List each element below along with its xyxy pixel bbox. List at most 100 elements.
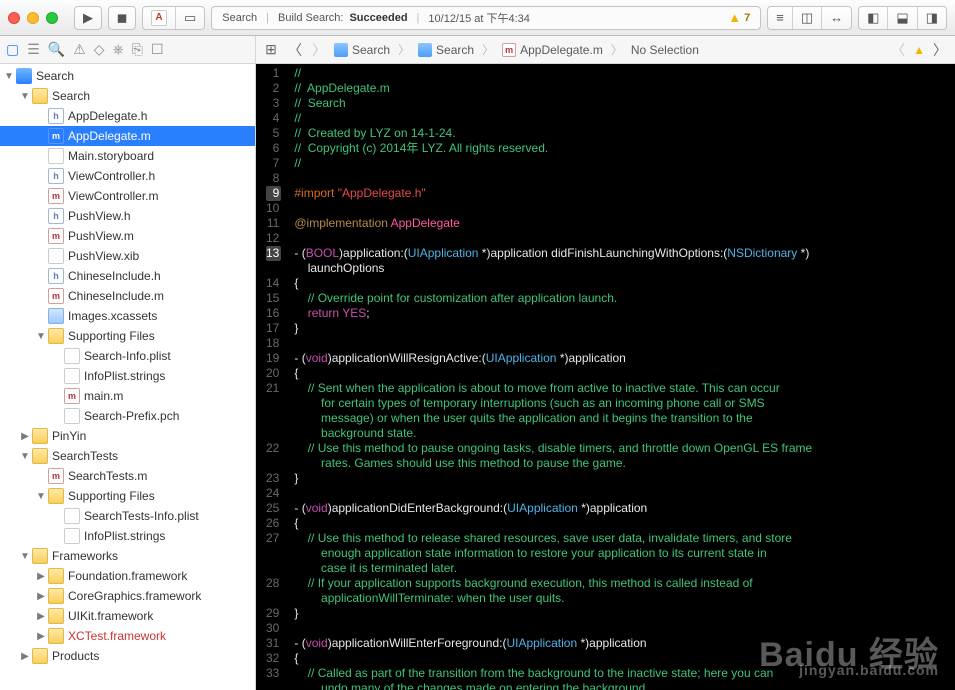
file-tree-node[interactable]: ▶CoreGraphics.framework (0, 586, 255, 606)
code-line[interactable]: { (294, 516, 812, 531)
minimize-window-button[interactable] (27, 12, 39, 24)
jumpbar-crumb-file[interactable]: m AppDelegate.m (502, 43, 603, 57)
code-line[interactable]: // (294, 111, 812, 126)
code-line[interactable]: - (void)applicationWillResignActive:(UIA… (294, 351, 812, 366)
file-tree-node[interactable]: ▶mChineseInclude.m (0, 286, 255, 306)
disclosure-triangle[interactable]: ▶ (20, 651, 30, 662)
disclosure-triangle[interactable]: ▶ (36, 571, 46, 582)
file-tree-node[interactable]: ▶UIKit.framework (0, 606, 255, 626)
file-tree-node[interactable]: ▶XCTest.framework (0, 626, 255, 646)
find-navigator-tab[interactable]: 🔍 (48, 41, 65, 58)
file-tree-node[interactable]: ▶Search-Info.plist (0, 346, 255, 366)
code-line[interactable]: // Called as part of the transition from… (294, 666, 812, 681)
disclosure-triangle[interactable]: ▼ (20, 91, 30, 102)
code-line[interactable] (294, 171, 812, 186)
jumpbar-crumb-project[interactable]: Search (334, 43, 390, 57)
file-tree-node[interactable]: ▶InfoPlist.strings (0, 366, 255, 386)
file-tree-node[interactable]: ▶InfoPlist.strings (0, 526, 255, 546)
code-line[interactable] (294, 231, 812, 246)
file-tree-node[interactable]: ▶PinYin (0, 426, 255, 446)
zoom-window-button[interactable] (46, 12, 58, 24)
panel-toggle-segmented[interactable]: ◧ ⬓ ◨ (858, 6, 947, 30)
jumpbar-crumb-group[interactable]: Search (418, 43, 474, 57)
code-line[interactable]: // Copyright (c) 2014年 LYZ. All rights r… (294, 141, 812, 156)
code-line[interactable]: // Search (294, 96, 812, 111)
breakpoint-navigator-tab[interactable]: ⎘ (132, 41, 143, 58)
code-line[interactable]: // Use this method to pause ongoing task… (294, 441, 812, 456)
file-tree-node[interactable]: ▼Search (0, 86, 255, 106)
code-line[interactable]: message) or when the user quits the appl… (294, 411, 812, 426)
jumpbar-back-button[interactable]: 〈 (286, 40, 304, 60)
code-line[interactable]: rates. Games should use this method to p… (294, 456, 812, 471)
file-tree-node[interactable]: ▶hPushView.h (0, 206, 255, 226)
file-tree-node[interactable]: ▶hAppDelegate.h (0, 106, 255, 126)
disclosure-triangle[interactable]: ▼ (20, 451, 30, 462)
code-line[interactable]: undo many of the changes made on enterin… (294, 681, 812, 690)
code-line[interactable]: enough application state information to … (294, 546, 812, 561)
code-line[interactable]: { (294, 276, 812, 291)
code-line[interactable]: launchOptions (294, 261, 812, 276)
file-tree-node[interactable]: ▶hViewController.h (0, 166, 255, 186)
code-line[interactable]: @implementation AppDelegate (294, 216, 812, 231)
file-tree-node[interactable]: ▼Search (0, 66, 255, 86)
code-line[interactable] (294, 621, 812, 636)
code-line[interactable]: // Use this method to release shared res… (294, 531, 812, 546)
toggle-utilities-button[interactable]: ◨ (918, 7, 946, 29)
file-tree-node[interactable]: ▶Search-Prefix.pch (0, 406, 255, 426)
code-line[interactable]: return YES; (294, 306, 812, 321)
code-line[interactable]: // Sent when the application is about to… (294, 381, 812, 396)
code-line[interactable]: // Created by LYZ on 14-1-24. (294, 126, 812, 141)
disclosure-triangle[interactable]: ▶ (20, 431, 30, 442)
editor-mode-segmented[interactable]: ≡ ◫ ↔ (767, 6, 852, 30)
file-tree-node[interactable]: ▼SearchTests (0, 446, 255, 466)
code-line[interactable]: // If your application supports backgrou… (294, 576, 812, 591)
file-tree-node[interactable]: ▶mSearchTests.m (0, 466, 255, 486)
file-tree-node[interactable]: ▶mPushView.m (0, 226, 255, 246)
code-line[interactable]: // (294, 156, 812, 171)
issue-navigator-tab[interactable]: ⚠ (73, 41, 86, 58)
project-navigator[interactable]: ▼Search▼Search▶hAppDelegate.h▶mAppDelega… (0, 64, 256, 690)
code-line[interactable]: for certain types of temporary interrupt… (294, 396, 812, 411)
toggle-debug-button[interactable]: ⬓ (888, 7, 917, 29)
test-navigator-tab[interactable]: ◇ (94, 41, 105, 58)
file-tree-node[interactable]: ▶mViewController.m (0, 186, 255, 206)
close-window-button[interactable] (8, 12, 20, 24)
report-navigator-tab[interactable]: ☐ (151, 41, 164, 58)
file-tree-node[interactable]: ▶mAppDelegate.m (0, 126, 255, 146)
code-line[interactable]: { (294, 366, 812, 381)
code-line[interactable]: - (BOOL)application:(UIApplication *)app… (294, 246, 812, 261)
code-line[interactable]: { (294, 651, 812, 666)
symbol-navigator-tab[interactable]: ☰ (27, 41, 40, 58)
file-tree-node[interactable]: ▶hChineseInclude.h (0, 266, 255, 286)
jumpbar-warning-icon[interactable]: ▲ (913, 43, 925, 57)
code-line[interactable] (294, 486, 812, 501)
run-button[interactable]: ▶ (74, 6, 102, 30)
file-tree-node[interactable]: ▶Products (0, 646, 255, 666)
stop-button[interactable]: ◼ (108, 6, 136, 30)
code-line[interactable]: // (294, 66, 812, 81)
file-tree-node[interactable]: ▶SearchTests-Info.plist (0, 506, 255, 526)
standard-editor-button[interactable]: ≡ (768, 7, 793, 29)
file-tree-node[interactable]: ▶Images.xcassets (0, 306, 255, 326)
file-tree-node[interactable]: ▶Main.storyboard (0, 146, 255, 166)
code-line[interactable]: - (void)applicationDidEnterBackground:(U… (294, 501, 812, 516)
file-tree-node[interactable]: ▶mmain.m (0, 386, 255, 406)
code-line[interactable]: } (294, 321, 812, 336)
device-selector[interactable]: ▭ (176, 7, 204, 29)
code-line[interactable]: case it is terminated later. (294, 561, 812, 576)
source-editor[interactable]: 1234567891011121314151617181920212223242… (256, 64, 955, 690)
scheme-selector[interactable]: A ▭ (142, 6, 205, 30)
disclosure-triangle[interactable]: ▼ (20, 551, 30, 562)
disclosure-triangle[interactable]: ▶ (36, 591, 46, 602)
code-line[interactable]: - (void)applicationWillEnterForeground:(… (294, 636, 812, 651)
toggle-navigator-button[interactable]: ◧ (859, 7, 888, 29)
file-tree-node[interactable]: ▼Supporting Files (0, 486, 255, 506)
version-editor-button[interactable]: ↔ (822, 7, 851, 29)
code-line[interactable]: #import "AppDelegate.h" (294, 186, 812, 201)
code-line[interactable]: background state. (294, 426, 812, 441)
code-area[interactable]: //// AppDelegate.m// Search//// Created … (286, 64, 820, 690)
related-items-icon[interactable]: ⊞ (262, 41, 280, 58)
assistant-editor-button[interactable]: ◫ (793, 7, 822, 29)
disclosure-triangle[interactable]: ▼ (36, 491, 46, 502)
disclosure-triangle[interactable]: ▶ (36, 631, 46, 642)
